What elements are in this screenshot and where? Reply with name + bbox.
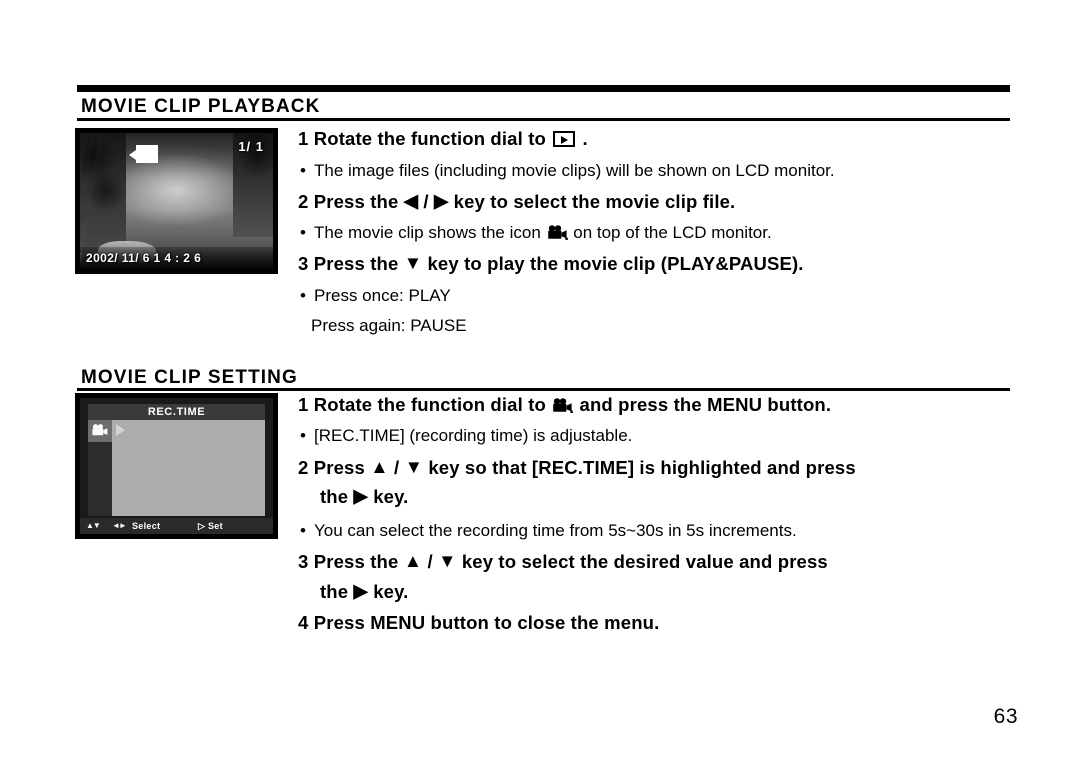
section-heading-playback: MOVIE CLIP PLAYBACK <box>81 96 321 117</box>
step-2-setting: 2 Press ▲ / ▼ key so that [REC.TIME] is … <box>298 456 856 479</box>
step-3-text: Press the <box>313 253 399 274</box>
left-arrow-icon: ◀ <box>403 190 419 211</box>
step-3-setting-number: 3 <box>298 551 309 572</box>
bullet-playback-2: • The movie clip shows the icon on top of… <box>300 222 772 243</box>
right-arrow-icon: ▶ <box>433 190 449 211</box>
movie-camera-icon <box>91 424 109 437</box>
manual-page: MOVIE CLIP PLAYBACK 1/ 1 2002/ 11/ 6 1 4… <box>0 0 1080 765</box>
step-1-setting-text: Rotate the function dial to <box>313 394 546 415</box>
section-rule-under-setting <box>77 388 1010 391</box>
bullet-setting-1-text: [REC.TIME] (recording time) is adjustabl… <box>314 426 633 445</box>
step-2-cont-before: the <box>320 486 349 507</box>
leftright-arrow-icon: ◄► <box>112 521 127 530</box>
bullet-dot: • <box>300 161 306 180</box>
step-4-setting-number: 4 <box>298 612 309 633</box>
bullet-dot: • <box>300 521 306 540</box>
step-2-setting-text: Press <box>313 457 365 478</box>
down-arrow-icon: ▼ <box>438 550 457 571</box>
step-2-setting-separator: / <box>393 457 400 478</box>
menu-title: REC.TIME <box>88 404 265 420</box>
step-1-text: Rotate the function dial to <box>313 128 546 149</box>
photo-foliage-left <box>80 133 126 253</box>
step-1-setting-text-after: and press the MENU button. <box>579 394 832 415</box>
step-1-setting-number: 1 <box>298 394 309 415</box>
movie-camera-icon <box>552 397 574 413</box>
movie-camera-icon <box>547 225 568 241</box>
step-3-playback: 3 Press the ▼ key to play the movie clip… <box>298 252 804 275</box>
frame-counter: 1/ 1 <box>238 139 264 154</box>
step-2-setting-text-after: key so that [REC.TIME] is highlighted an… <box>428 457 856 478</box>
step-2-playback: 2 Press the ◀ / ▶ key to select the movi… <box>298 190 735 213</box>
down-arrow-icon: ▼ <box>403 252 423 273</box>
bullet-playback-2-tail: on top of the LCD monitor. <box>573 223 772 242</box>
lcd-menu-screen: REC.TIME ▲▼ ◄► Select ▷ Set <box>75 393 278 539</box>
step-3-number: 3 <box>298 253 309 274</box>
step-3-setting-text: Press the <box>313 551 399 572</box>
section-rule-under-playback <box>77 118 1010 121</box>
menu-bottom-bar: ▲▼ ◄► Select ▷ Set <box>80 518 273 534</box>
step-3-setting-text-after: key to select the desired value and pres… <box>461 551 828 572</box>
step-1-number: 1 <box>298 128 309 149</box>
bullet-dot: • <box>300 223 306 242</box>
right-arrow-icon: ▶ <box>353 485 368 506</box>
menu-selection-arrow-icon <box>116 424 125 436</box>
movie-clip-badge-icon <box>129 145 158 163</box>
section-heading-setting: MOVIE CLIP SETTING <box>81 367 298 388</box>
section-rule-top <box>77 85 1010 92</box>
step-1-playback: 1 Rotate the function dial to . <box>298 128 588 150</box>
step-2-text: Press the <box>313 191 399 212</box>
step-4-setting-text: Press MENU button to close the menu. <box>313 612 660 633</box>
bullet-setting-1: • [REC.TIME] (recording time) is adjustab… <box>300 425 632 446</box>
menu-select-label: Select <box>132 521 161 531</box>
step-4-setting: 4 Press MENU button to close the menu. <box>298 612 659 634</box>
step-2-setting-number: 2 <box>298 457 309 478</box>
page-number: 63 <box>993 705 1018 728</box>
up-arrow-icon: ▲ <box>403 550 423 571</box>
step-1-setting: 1 Rotate the function dial to and press … <box>298 394 831 416</box>
set-arrow-icon: ▷ <box>198 521 206 531</box>
bullet-playback-1: • The image files (including movie clips)… <box>300 160 835 181</box>
step-3-setting-separator: / <box>427 551 433 572</box>
step-2-cont-after: key. <box>373 486 409 507</box>
bullet-playback-3: • Press once: PLAY <box>300 285 451 306</box>
step-2-text-after: key to select the movie clip file. <box>453 191 736 212</box>
step-2-setting-continuation: the ▶ key. <box>320 485 408 508</box>
bullet-playback-3-subline: Press again: PAUSE <box>311 316 467 335</box>
bullet-setting-2: • You can select the recording time from … <box>300 520 797 541</box>
photo-datetime-stamp: 2002/ 11/ 6 1 4 : 2 6 <box>86 251 202 265</box>
updown-arrow-icon: ▲▼ <box>86 521 101 530</box>
lcd-photo-preview: 1/ 1 2002/ 11/ 6 1 4 : 2 6 <box>75 128 278 274</box>
bullet-playback-1-text: The image files (including movie clips) … <box>314 161 835 180</box>
menu-content-panel <box>112 420 265 516</box>
step-2-number: 2 <box>298 191 309 212</box>
step-3-cont-before: the <box>320 581 349 602</box>
step-3-setting-continuation: the ▶ key. <box>320 580 408 603</box>
bullet-playback-3-text: Press once: PLAY <box>314 286 451 305</box>
up-arrow-icon: ▲ <box>370 456 389 477</box>
step-2-separator: / <box>423 191 429 212</box>
bullet-dot: • <box>300 426 306 445</box>
step-3-text-after: key to play the movie clip (PLAY&PAUSE). <box>427 253 804 274</box>
menu-set-label: Set <box>208 521 223 531</box>
right-arrow-icon: ▶ <box>353 580 368 601</box>
step-3-cont-after: key. <box>373 581 409 602</box>
down-arrow-icon: ▼ <box>404 456 424 477</box>
bullet-dot: • <box>300 286 306 305</box>
step-1-text-after: . <box>582 128 588 149</box>
bullet-setting-2-text: You can select the recording time from 5… <box>314 521 797 540</box>
playback-mode-icon <box>553 131 576 147</box>
step-3-setting: 3 Press the ▲ / ▼ key to select the desi… <box>298 550 828 573</box>
bullet-playback-2-text: The movie clip shows the icon <box>314 223 541 242</box>
